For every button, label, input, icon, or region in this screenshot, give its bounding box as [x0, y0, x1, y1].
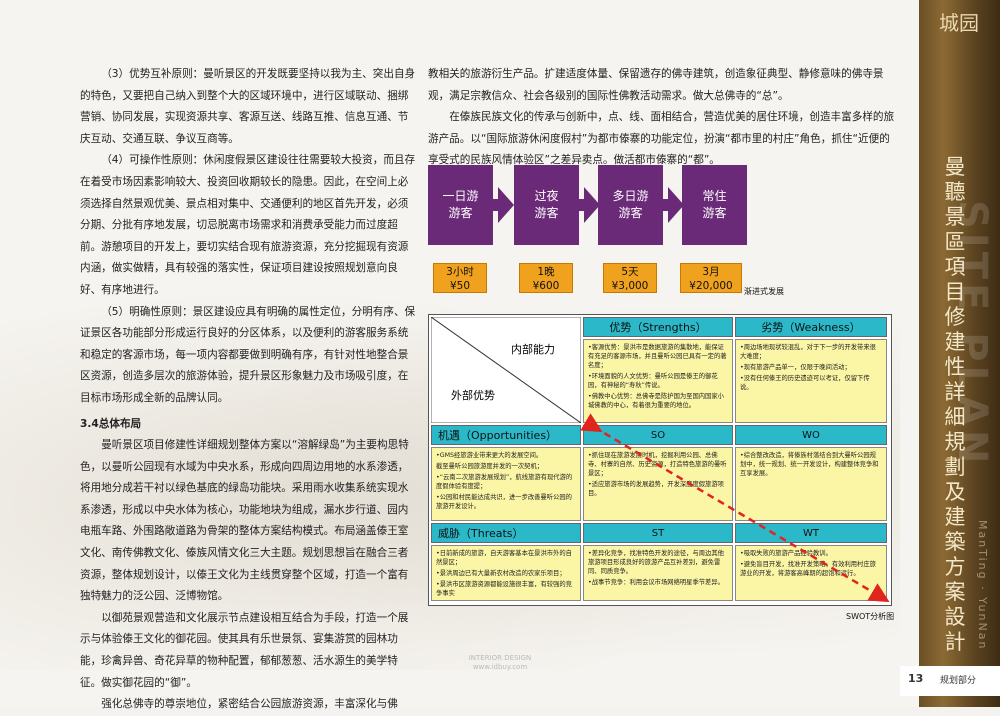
flow-step-box: 过夜 游客 — [514, 165, 579, 245]
flow-step-box: 一日游 游客 — [428, 165, 493, 245]
weakness-cell: •周边场地现状较混乱，对于下一步的开发带来很大难度； •现有旅游产品单一，仅限于… — [735, 339, 887, 423]
section-title: 3.4总体布局 — [80, 417, 142, 430]
watermark: INTERIOR DESIGN www.idbuy.com — [468, 654, 532, 671]
weakness-header: 劣势（Weakness） — [735, 317, 887, 337]
paragraph: 在傣族民族文化的传承与创新中，点、线、面相结合，营造优美的居住环境，创造丰富多样… — [428, 111, 895, 167]
flow-step-value: 3月 ¥20,000 — [680, 263, 742, 293]
swot-corner-top-label: 内部能力 — [511, 343, 555, 356]
swot-caption: SWOT分析图 — [846, 612, 895, 621]
left-text-column: （3）优势互补原则：曼听景区的开发既要坚持以我为主、突出自身的特色，又要把自己纳… — [80, 64, 418, 716]
flow-step-value: 1晚 ¥600 — [519, 263, 573, 293]
opportunities-header: 机遇（Opportunities） — [431, 425, 581, 445]
paragraph: （4）可操作性原则：休闲度假景区建设往往需要较大投资，而且存在着受市场因素影响较… — [80, 154, 416, 296]
swot-corner-cell — [431, 317, 581, 423]
flow-arrow-icon — [498, 187, 514, 223]
so-cell: •抓住现在旅游发展时机，挖掘利用公园、总佛寺、村寨的自然、历史资源，打造特色旅游… — [583, 447, 733, 521]
right-text-column: 教相关的旅游衍生产品。扩建适度体量、保留遗存的佛寺建筑，创造象征典型、静修意味的… — [428, 64, 896, 172]
flow-step-value: 5天 ¥3,000 — [603, 263, 657, 293]
swot-analysis-diagram: 内部能力 外部优势 优势（Strengths） 劣势（Weakness） •客源… — [428, 314, 892, 606]
wt-header: WT — [735, 523, 887, 543]
wo-header: WO — [735, 425, 887, 445]
paragraph: （3）优势互补原则：曼听景区的开发既要坚持以我为主、突出自身的特色，又要把自己纳… — [80, 68, 416, 145]
logo: 城园 — [939, 11, 979, 35]
paragraph: 强化总佛寺的尊崇地位，紧密结合公园旅游资源，丰富深化与佛 — [101, 698, 398, 711]
so-header: SO — [583, 425, 733, 445]
wt-cell: •吸取失败的旅游产品经验教训。 •避免盲目开发，找准开发策略，有效利用村庄旅游业… — [735, 545, 887, 601]
strengths-header: 优势（Strengths） — [583, 317, 733, 337]
flow-step-box: 常住 游客 — [682, 165, 747, 245]
threats-header: 威胁（Threats） — [431, 523, 581, 543]
paragraph: （5）明确性原则：景区建设应具有明确的属性定位，分明有序、保证景区各功能部分形成… — [80, 305, 416, 404]
progression-flow-diagram: 一日游 游客 过夜 游客 多日游 游客 常住 游客 3小时 ¥50 1晚 ¥600 5天 ¥3… — [428, 165, 747, 295]
paragraph: 教相关的旅游衍生产品。扩建适度体量、保留遗存的佛寺建筑，创造象征典型、静修意味的… — [428, 68, 884, 102]
threats-cell: •日前新成的旅游，自天游客基本在景洪市外的自然景区； •景洪周边已有大量新农村改… — [431, 545, 581, 601]
flow-caption: 渐进式发展 — [744, 287, 784, 296]
wo-cell: •综合整改改造，将傣族村落结合到大曼听公园规划中，统一规划、统一开发设计，构建整… — [735, 447, 887, 521]
project-title: 曼聽景區項目修建性詳細規劃及建築方案設計 — [944, 155, 966, 654]
st-header: ST — [583, 523, 733, 543]
location-text: ManTing · YunNan — [976, 520, 989, 651]
st-cell: •差异化竞争，找准特色开发的途径，与周边其他旅游项目形成良好的旅游产品互补差别，… — [583, 545, 733, 601]
flow-step-box: 多日游 游客 — [598, 165, 663, 245]
swot-corner-bottom-label: 外部优势 — [451, 389, 495, 402]
strengths-cell: •客源优势：景洪市是数据旅游的集散地，能保证有充足的客源市场，并且曼听公园已具有… — [583, 339, 733, 423]
flow-step-value: 3小时 ¥50 — [433, 263, 487, 293]
section-label: 规划部分 — [940, 676, 977, 686]
opportunities-cell: •GMS经旅游业带来更大的发展空间。 截至曼听公园旅游度并发的一次契机； •“云… — [431, 447, 581, 521]
paragraph: 曼听景区项目修建性详细规划整体方案以“溶解绿岛”为主要构思特色，以曼听公园现有水… — [80, 439, 409, 603]
page: （3）优势互补原则：曼听景区的开发既要坚持以我为主、突出自身的特色，又要把自己纳… — [0, 0, 1000, 710]
page-number: 13 — [908, 672, 924, 685]
paragraph: 以御苑景观营造和文化展示节点建设相互结合为手段，打造一个展示与体验傣王文化的御花… — [80, 611, 409, 689]
